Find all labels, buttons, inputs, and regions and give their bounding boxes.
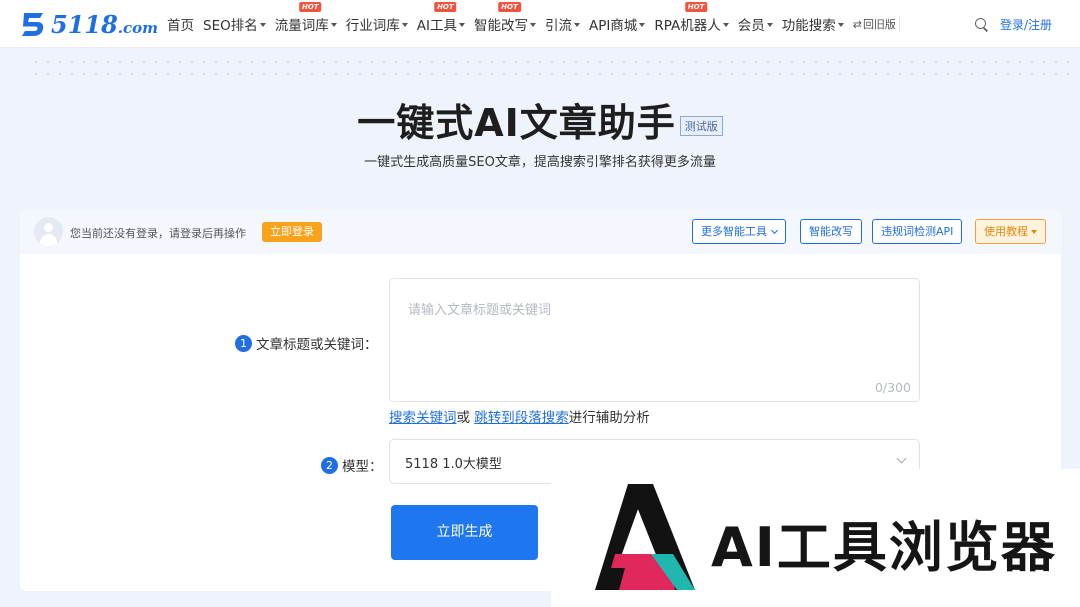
step1-label-text: 文章标题或关键词：: [256, 337, 378, 353]
login-status-bar: 您当前还没有登录，请登录后再操作 立即登录 更多智能工具 智能改写 违规词检测A…: [20, 210, 1061, 254]
caret-down-icon: [458, 22, 465, 27]
more-tools-button[interactable]: 更多智能工具: [692, 219, 786, 244]
hot-badge: HOT: [298, 2, 322, 12]
nav-item-label: 会员: [737, 18, 765, 34]
nav-item-label: 行业词库: [345, 18, 400, 34]
chevron-down-icon: [896, 453, 907, 464]
caret-down-icon: [330, 22, 337, 27]
hot-badge: HOT: [684, 2, 708, 12]
logo-text: 5118: [51, 9, 118, 39]
nav-item-label: 首页: [167, 18, 194, 34]
caret-down-icon: [766, 22, 773, 27]
nav-item-label: 智能改写: [473, 18, 528, 34]
nav-item-label: 流量词库: [274, 18, 329, 34]
search-icon[interactable]: [974, 17, 988, 31]
watermark-logo-icon: [595, 484, 695, 590]
nav-item-label: 引流: [544, 18, 572, 34]
back-to-old-version-link[interactable]: ⇄ 回旧版: [853, 16, 896, 32]
decorative-dot-pattern: [30, 56, 1070, 84]
caret-down-icon: [573, 22, 580, 27]
page-title-text: 一键式AI文章助手: [357, 101, 676, 145]
nav-item-label: SEO排名: [203, 18, 258, 34]
step1-number: 1: [235, 334, 252, 352]
title-keyword-input[interactable]: 请输入文章标题或关键词 0/300: [389, 278, 920, 402]
search-keyword-link[interactable]: 搜索关键词: [389, 410, 457, 426]
hint-or-text: 或: [456, 410, 475, 426]
watermark-banner: AI工具浏览器: [551, 469, 1080, 607]
caret-down-icon: [1031, 230, 1037, 234]
nav-item-9[interactable]: 会员: [738, 0, 773, 48]
step2-number: 2: [321, 456, 338, 474]
nav-item-label: AI工具: [416, 18, 457, 34]
caret-down-icon: [259, 22, 266, 27]
chevron-down-icon: [770, 226, 779, 235]
generate-button[interactable]: 立即生成: [391, 505, 538, 560]
nav-divider: [899, 16, 900, 32]
hot-badge: HOT: [498, 2, 521, 12]
paragraph-search-link[interactable]: 跳转到段落搜索: [474, 410, 569, 426]
caret-down-icon: [639, 22, 646, 27]
step2-label-text: 模型：: [342, 459, 383, 475]
nav-item-label: API商城: [588, 18, 638, 34]
watermark-text: AI工具浏览器: [711, 516, 1057, 579]
hint-tail-text: 进行辅助分析: [568, 410, 650, 426]
back-old-label: 回旧版: [862, 18, 896, 31]
logo-suffix: .com: [117, 18, 159, 37]
caret-down-icon: [401, 22, 408, 27]
nav-item-label: RPA机器人: [654, 18, 721, 34]
avatar: [34, 217, 63, 246]
violation-check-api-button[interactable]: 违规词检测API: [872, 219, 963, 244]
char-counter: 0/300: [874, 380, 911, 395]
nav-item-10[interactable]: 功能搜索: [782, 0, 844, 48]
nav-item-0[interactable]: 首页: [167, 0, 194, 48]
nav-item-6[interactable]: 引流: [545, 0, 580, 48]
swap-icon: ⇄: [852, 17, 862, 31]
hot-badge: HOT: [434, 2, 457, 12]
step1-label: 1 文章标题或关键词：: [235, 333, 378, 353]
top-navigation-bar: 5118.com 首页 SEO排名 流量词库 HOT 行业词库 AI工具 HOT 智能改写 HO…: [0, 0, 1080, 48]
login-register-link[interactable]: 登录/注册: [1000, 16, 1052, 33]
tutorial-label: 使用教程: [984, 225, 1028, 238]
model-select-value: 5118 1.0大模型: [405, 457, 502, 472]
site-logo[interactable]: 5118.com: [18, 9, 158, 39]
nav-item-5[interactable]: 智能改写 HOT: [474, 0, 536, 48]
nav-item-2[interactable]: 流量词库 HOT: [275, 0, 337, 48]
caret-down-icon: [837, 22, 844, 27]
tutorial-button[interactable]: 使用教程: [975, 219, 1046, 244]
more-tools-label: 更多智能工具: [701, 225, 767, 238]
nav-item-4[interactable]: AI工具 HOT: [417, 0, 465, 48]
smart-rewrite-button[interactable]: 智能改写: [800, 219, 862, 244]
nav-item-8[interactable]: RPA机器人 HOT: [654, 0, 729, 48]
analysis-hint: 搜索关键词或 跳转到段落搜索进行辅助分析: [389, 406, 650, 426]
logo-mark-icon: [18, 9, 48, 39]
main-nav: 首页 SEO排名 流量词库 HOT 行业词库 AI工具 HOT 智能改写 HOT 引流 API商城 R…: [167, 0, 896, 48]
nav-item-label: 功能搜索: [781, 18, 836, 34]
page-title: 一键式AI文章助手 测试版: [0, 92, 1080, 147]
caret-down-icon: [529, 22, 536, 27]
step2-label: 2 模型：: [321, 455, 383, 475]
login-tip-text: 您当前还没有登录，请登录后再操作: [70, 227, 246, 240]
header-right: 登录/注册: [974, 0, 1052, 48]
login-now-button[interactable]: 立即登录: [262, 222, 322, 242]
nav-item-7[interactable]: API商城: [588, 0, 646, 48]
page-subtitle: 一键式生成高质量SEO文章，提高搜索引擎排名获得更多流量: [364, 155, 716, 170]
nav-item-1[interactable]: SEO排名: [203, 0, 266, 48]
caret-down-icon: [722, 22, 729, 27]
beta-badge: 测试版: [679, 116, 723, 136]
title-keyword-placeholder: 请输入文章标题或关键词: [408, 303, 552, 318]
nav-item-3[interactable]: 行业词库: [346, 0, 408, 48]
